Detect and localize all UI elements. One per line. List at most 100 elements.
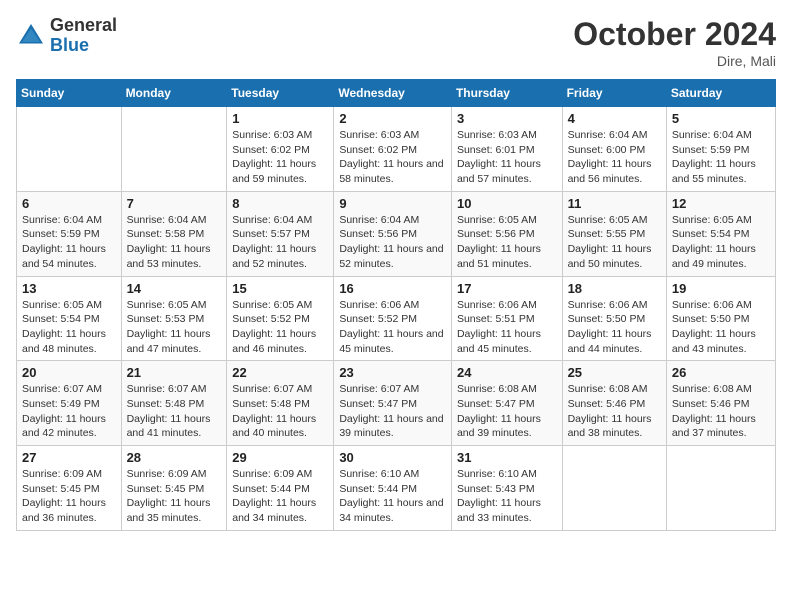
day-info: Sunrise: 6:10 AM Sunset: 5:43 PM Dayligh… <box>457 467 557 526</box>
day-info: Sunrise: 6:05 AM Sunset: 5:54 PM Dayligh… <box>22 298 116 357</box>
calendar-cell: 15Sunrise: 6:05 AM Sunset: 5:52 PM Dayli… <box>227 276 334 361</box>
day-of-week-header: Saturday <box>666 80 775 107</box>
calendar-body: 1 Sunrise: 6:03 AM Sunset: 6:02 PM Daylig… <box>17 107 776 531</box>
day-info: Sunrise: 6:03 AM Sunset: 6:02 PM Dayligh… <box>339 128 446 187</box>
calendar-cell: 22 Sunrise: 6:07 AM Sunset: 5:48 PM Dayli… <box>227 361 334 446</box>
location: Dire, Mali <box>573 53 776 69</box>
calendar-table: SundayMondayTuesdayWednesdayThursdayFrid… <box>16 79 776 531</box>
calendar-week-row: 1 Sunrise: 6:03 AM Sunset: 6:02 PM Daylig… <box>17 107 776 192</box>
day-info: Sunrise: 6:07 AM Sunset: 5:49 PM Dayligh… <box>22 382 116 441</box>
day-info: Sunrise: 6:08 AM Sunset: 5:47 PM Dayligh… <box>457 382 557 441</box>
logo-blue-text: Blue <box>50 36 117 56</box>
calendar-cell: 3 Sunrise: 6:03 AM Sunset: 6:01 PM Daylig… <box>451 107 562 192</box>
logo-text: General Blue <box>50 16 117 56</box>
day-number: 8 <box>232 196 328 211</box>
calendar-header: SundayMondayTuesdayWednesdayThursdayFrid… <box>17 80 776 107</box>
calendar-cell <box>666 446 775 531</box>
day-number: 1 <box>232 111 328 126</box>
day-info: Sunrise: 6:09 AM Sunset: 5:44 PM Dayligh… <box>232 467 328 526</box>
day-number: 10 <box>457 196 557 211</box>
day-info: Sunrise: 6:06 AM Sunset: 5:51 PM Dayligh… <box>457 298 557 357</box>
day-info: Sunrise: 6:08 AM Sunset: 5:46 PM Dayligh… <box>568 382 661 441</box>
day-info: Sunrise: 6:05 AM Sunset: 5:55 PM Dayligh… <box>568 213 661 272</box>
calendar-cell: 23Sunrise: 6:07 AM Sunset: 5:47 PM Dayli… <box>334 361 452 446</box>
page-header: General Blue October 2024 Dire, Mali <box>16 16 776 69</box>
calendar-cell: 30Sunrise: 6:10 AM Sunset: 5:44 PM Dayli… <box>334 446 452 531</box>
days-of-week-row: SundayMondayTuesdayWednesdayThursdayFrid… <box>17 80 776 107</box>
day-number: 2 <box>339 111 446 126</box>
day-number: 13 <box>22 281 116 296</box>
day-number: 27 <box>22 450 116 465</box>
calendar-cell <box>17 107 122 192</box>
day-number: 19 <box>672 281 770 296</box>
day-info: Sunrise: 6:05 AM Sunset: 5:53 PM Dayligh… <box>127 298 222 357</box>
calendar-cell: 31Sunrise: 6:10 AM Sunset: 5:43 PM Dayli… <box>451 446 562 531</box>
month-title: October 2024 <box>573 16 776 53</box>
day-info: Sunrise: 6:04 AM Sunset: 5:56 PM Dayligh… <box>339 213 446 272</box>
day-of-week-header: Wednesday <box>334 80 452 107</box>
calendar-cell: 17 Sunrise: 6:06 AM Sunset: 5:51 PM Dayli… <box>451 276 562 361</box>
day-info: Sunrise: 6:04 AM Sunset: 5:59 PM Dayligh… <box>672 128 770 187</box>
calendar-cell: 11 Sunrise: 6:05 AM Sunset: 5:55 PM Dayli… <box>562 191 666 276</box>
day-info: Sunrise: 6:09 AM Sunset: 5:45 PM Dayligh… <box>127 467 222 526</box>
day-number: 7 <box>127 196 222 211</box>
day-of-week-header: Friday <box>562 80 666 107</box>
day-number: 22 <box>232 365 328 380</box>
day-number: 14 <box>127 281 222 296</box>
calendar-cell: 20 Sunrise: 6:07 AM Sunset: 5:49 PM Dayli… <box>17 361 122 446</box>
day-info: Sunrise: 6:06 AM Sunset: 5:50 PM Dayligh… <box>568 298 661 357</box>
day-info: Sunrise: 6:04 AM Sunset: 5:58 PM Dayligh… <box>127 213 222 272</box>
day-info: Sunrise: 6:06 AM Sunset: 5:52 PM Dayligh… <box>339 298 446 357</box>
calendar-cell: 18Sunrise: 6:06 AM Sunset: 5:50 PM Dayli… <box>562 276 666 361</box>
calendar-cell: 7 Sunrise: 6:04 AM Sunset: 5:58 PM Daylig… <box>121 191 227 276</box>
day-info: Sunrise: 6:09 AM Sunset: 5:45 PM Dayligh… <box>22 467 116 526</box>
day-number: 17 <box>457 281 557 296</box>
day-of-week-header: Monday <box>121 80 227 107</box>
calendar-week-row: 20 Sunrise: 6:07 AM Sunset: 5:49 PM Dayli… <box>17 361 776 446</box>
day-info: Sunrise: 6:07 AM Sunset: 5:47 PM Dayligh… <box>339 382 446 441</box>
day-number: 6 <box>22 196 116 211</box>
day-number: 30 <box>339 450 446 465</box>
calendar-cell: 25 Sunrise: 6:08 AM Sunset: 5:46 PM Dayli… <box>562 361 666 446</box>
calendar-cell: 5Sunrise: 6:04 AM Sunset: 5:59 PM Daylig… <box>666 107 775 192</box>
day-number: 11 <box>568 196 661 211</box>
day-of-week-header: Thursday <box>451 80 562 107</box>
logo-icon <box>16 21 46 51</box>
calendar-cell: 21 Sunrise: 6:07 AM Sunset: 5:48 PM Dayli… <box>121 361 227 446</box>
calendar-cell: 29 Sunrise: 6:09 AM Sunset: 5:44 PM Dayli… <box>227 446 334 531</box>
day-info: Sunrise: 6:07 AM Sunset: 5:48 PM Dayligh… <box>127 382 222 441</box>
day-info: Sunrise: 6:05 AM Sunset: 5:56 PM Dayligh… <box>457 213 557 272</box>
calendar-cell: 9 Sunrise: 6:04 AM Sunset: 5:56 PM Daylig… <box>334 191 452 276</box>
day-info: Sunrise: 6:03 AM Sunset: 6:01 PM Dayligh… <box>457 128 557 187</box>
day-number: 20 <box>22 365 116 380</box>
day-of-week-header: Tuesday <box>227 80 334 107</box>
calendar-cell <box>562 446 666 531</box>
calendar-cell: 14 Sunrise: 6:05 AM Sunset: 5:53 PM Dayli… <box>121 276 227 361</box>
day-info: Sunrise: 6:05 AM Sunset: 5:54 PM Dayligh… <box>672 213 770 272</box>
day-number: 4 <box>568 111 661 126</box>
logo-general-text: General <box>50 16 117 36</box>
day-info: Sunrise: 6:07 AM Sunset: 5:48 PM Dayligh… <box>232 382 328 441</box>
day-number: 3 <box>457 111 557 126</box>
calendar-cell: 26 Sunrise: 6:08 AM Sunset: 5:46 PM Dayli… <box>666 361 775 446</box>
day-of-week-header: Sunday <box>17 80 122 107</box>
day-number: 28 <box>127 450 222 465</box>
calendar-cell: 1Sunrise: 6:03 AM Sunset: 6:02 PM Daylig… <box>227 107 334 192</box>
day-number: 9 <box>339 196 446 211</box>
day-info: Sunrise: 6:04 AM Sunset: 5:59 PM Dayligh… <box>22 213 116 272</box>
day-number: 16 <box>339 281 446 296</box>
day-number: 26 <box>672 365 770 380</box>
calendar-cell: 27 Sunrise: 6:09 AM Sunset: 5:45 PM Dayli… <box>17 446 122 531</box>
calendar-week-row: 6 Sunrise: 6:04 AM Sunset: 5:59 PM Daylig… <box>17 191 776 276</box>
calendar-cell: 6 Sunrise: 6:04 AM Sunset: 5:59 PM Daylig… <box>17 191 122 276</box>
calendar-cell: 8 Sunrise: 6:04 AM Sunset: 5:57 PM Daylig… <box>227 191 334 276</box>
calendar-cell: 4Sunrise: 6:04 AM Sunset: 6:00 PM Daylig… <box>562 107 666 192</box>
day-number: 25 <box>568 365 661 380</box>
day-number: 21 <box>127 365 222 380</box>
day-number: 29 <box>232 450 328 465</box>
calendar-cell: 13 Sunrise: 6:05 AM Sunset: 5:54 PM Dayli… <box>17 276 122 361</box>
day-info: Sunrise: 6:08 AM Sunset: 5:46 PM Dayligh… <box>672 382 770 441</box>
day-number: 24 <box>457 365 557 380</box>
day-info: Sunrise: 6:04 AM Sunset: 5:57 PM Dayligh… <box>232 213 328 272</box>
day-info: Sunrise: 6:06 AM Sunset: 5:50 PM Dayligh… <box>672 298 770 357</box>
